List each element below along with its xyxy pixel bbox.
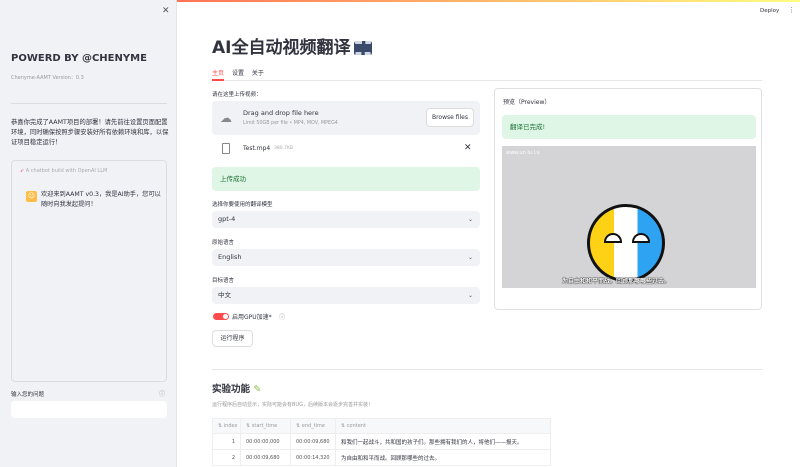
column-label: content	[346, 423, 366, 429]
chevron-down-icon: ⌄	[467, 254, 473, 261]
table-row: 2 00:00:09,680 00:00:14,320 为自由和和平而战。回顾那…	[212, 449, 551, 466]
table-header: ⇅ index ⇅ start_time ⇅ end_time ⇅ conten…	[212, 418, 551, 434]
question-label: 输入您的问题	[11, 392, 45, 398]
column-label: start_time	[251, 423, 278, 429]
version-text: Chenyme-AAMT Version：0.3	[11, 75, 84, 81]
experimental-title-text: 实验功能	[212, 384, 251, 395]
gpu-toggle[interactable]	[213, 313, 229, 320]
remove-file-icon[interactable]: ✕	[464, 143, 472, 153]
cell-start-time[interactable]: 00:00:09,680	[240, 449, 291, 466]
welcome-message: 恭喜你完成了AAMT项目的部署！请先前往设置页面配置环境，同时确保按照步骤安装好…	[11, 119, 169, 146]
uploaded-file: Test.mp4 380.7KB ✕	[222, 142, 480, 158]
tab-home[interactable]: 主页	[212, 67, 225, 81]
assistant-avatar-icon: ☺	[26, 191, 37, 202]
question-input[interactable]	[11, 401, 167, 418]
upload-success-alert: 上传成功	[212, 167, 480, 191]
model-value: gpt-4	[218, 215, 236, 223]
source-language-select[interactable]: English ⌄	[212, 249, 480, 266]
film-icon	[354, 41, 373, 55]
browse-files-button[interactable]: Browse files	[426, 108, 474, 127]
preview-panel: 预览（Preview） 翻译已完成! www.un lu.l.u 为自由和和平而…	[494, 88, 762, 310]
help-icon[interactable]: ⓘ	[159, 389, 165, 398]
chatbot-container: ➶ A chatbot build with OpenAI LLM ☺ 欢迎来到…	[11, 160, 167, 382]
run-button[interactable]: 运行程序	[212, 330, 253, 347]
drop-limit: Limit 50GB per file • MP4, MOV, MPEG4	[243, 121, 338, 126]
sidebar: ✕ POWERD BY @CHENYME Chenyme-AAMT Versio…	[0, 0, 177, 467]
tab-settings[interactable]: 设置	[232, 67, 244, 81]
table-row: 1 00:00:00,000 00:00:09,680 和我们一起战斗，共和国的…	[212, 433, 551, 450]
translation-done-alert: 翻译已完成!	[502, 115, 756, 139]
file-name: Test.mp4	[243, 145, 271, 152]
column-label: index	[223, 423, 238, 429]
file-icon	[222, 143, 230, 154]
help-icon[interactable]: ⓘ	[279, 312, 285, 321]
tab-about[interactable]: 关于	[252, 67, 264, 81]
close-sidebar-icon[interactable]: ✕	[162, 6, 170, 16]
subtitle-table: ⇅ index ⇅ start_time ⇅ end_time ⇅ conten…	[212, 418, 551, 466]
model-label: 选择你要使用的翻译模型	[212, 202, 273, 208]
cell-start-time[interactable]: 00:00:00,000	[240, 433, 291, 450]
column-label: end_time	[301, 423, 325, 429]
divider	[11, 103, 167, 104]
chevron-down-icon: ⌄	[467, 216, 473, 223]
cell-index[interactable]: 2	[212, 449, 241, 466]
source-language-label: 原始语言	[212, 240, 235, 246]
chatbot-caption-text: A chatbot build with OpenAI LLM	[25, 168, 108, 174]
divider	[212, 369, 762, 370]
column-header[interactable]: ⇅ end_time	[290, 418, 336, 434]
cell-index[interactable]: 1	[212, 433, 241, 450]
gpu-toggle-label: 启用GPU加速*	[232, 314, 272, 321]
target-language-select[interactable]: 中文 ⌄	[212, 287, 480, 304]
more-vert-icon[interactable]: ⋮	[788, 6, 795, 14]
video-watermark: www.un lu.l.u	[506, 150, 540, 156]
assistant-message: 欢迎来到AAMT v0.3，我是AI助手，您可以随时向我发起提问！	[41, 191, 161, 208]
model-select[interactable]: gpt-4 ⌄	[212, 211, 480, 228]
video-player[interactable]: www.un lu.l.u 为自由和和平而战。回顾那哪哪些过去。	[502, 146, 756, 288]
source-language-value: English	[218, 253, 242, 261]
deploy-button[interactable]: Deploy	[760, 8, 779, 14]
upload-label: 请在这里上传视频：	[212, 92, 262, 98]
column-header[interactable]: ⇅ start_time	[240, 418, 291, 434]
cloud-upload-icon: ☁	[220, 111, 232, 125]
page-title: AI全自动视频翻译	[212, 33, 373, 58]
experimental-title: 实验功能 ✎	[212, 381, 261, 395]
chevron-down-icon: ⌄	[467, 292, 473, 299]
pencil-icon: ✎	[253, 384, 262, 395]
countryball-image	[587, 204, 665, 282]
target-language-label: 目标语言	[212, 278, 235, 284]
cell-content[interactable]: 为自由和和平而战。回顾那哪些的过去。	[335, 449, 551, 466]
drop-text: Drag and drop file here	[243, 109, 319, 117]
preview-title: 预览（Preview）	[503, 99, 551, 106]
cell-end-time[interactable]: 00:00:09,680	[290, 433, 336, 450]
experimental-description: 运行程序后自动显示，实际可能会有BUG，后续版本会逐步完善并实装！	[212, 402, 373, 408]
video-subtitle: 为自由和和平而战。回顾那哪哪些过去。	[562, 278, 671, 285]
page-title-text: AI全自动视频翻译	[212, 38, 351, 58]
column-header[interactable]: ⇅ content	[335, 418, 551, 434]
cell-end-time[interactable]: 00:00:14,320	[290, 449, 336, 466]
eye-right	[632, 233, 650, 243]
column-header[interactable]: ⇅ index	[212, 418, 241, 434]
target-language-value: 中文	[218, 291, 231, 299]
eye-left	[604, 233, 622, 243]
file-dropzone[interactable]: ☁ Drag and drop file here Limit 50GB per…	[212, 101, 480, 135]
sidebar-title: POWERD BY @CHENYME	[11, 53, 147, 64]
chatbot-caption: ➶ A chatbot build with OpenAI LLM	[20, 168, 107, 174]
cell-content[interactable]: 和我们一起战斗，共和国的孩子们。那些拥有我们的人，将他们——报天。	[335, 433, 551, 450]
tab-bar: 主页 设置 关于	[212, 67, 762, 81]
file-size: 380.7KB	[274, 146, 293, 151]
